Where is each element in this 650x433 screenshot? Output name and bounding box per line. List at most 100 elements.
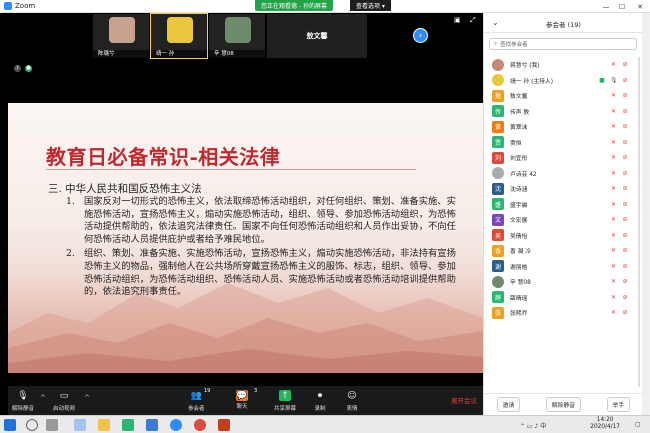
muted-mic-icon: ✕ [610,138,617,146]
participant-name: 传声 教 [510,109,530,116]
participant-row[interactable]: 蒋慧兮 (我) ✕ ⊘ [484,57,643,73]
avatar: 盛 [492,198,504,211]
app-icon[interactable] [146,419,158,431]
gallery-view-icon[interactable]: ▣ [454,16,462,24]
avatar: 薛 [492,291,504,304]
raise-hand-button[interactable]: 举手 [606,397,631,412]
avatar: 吴 [492,229,504,242]
unmute-self-button[interactable]: 解除静音 [545,397,582,412]
participant-row[interactable]: 辛 慧08 ✕ ⊘ [484,274,643,290]
slide-title: 教育日必备常识-相关法律 [46,145,281,169]
start-video-button[interactable]: ▭ 启动视频 [53,390,75,413]
video-options-caret[interactable]: ^ [84,394,90,402]
participant-row[interactable]: 吴吴倩怡 ✕ ⊘ [484,228,643,244]
meeting-info-icons: i ● [14,65,32,72]
windows-start-icon[interactable] [4,419,16,431]
video-thumbnail[interactable]: 敖文馨 [267,14,367,58]
search-icon[interactable] [26,419,38,431]
video-thumbnail[interactable]: 陈璐兮 [93,14,149,58]
participant-video [225,17,251,43]
video-thumbnail-active[interactable]: 靖一 孙 [150,13,208,59]
participant-row[interactable]: 卢诗芸 42 ✕ ⊘ [484,166,643,182]
muted-mic-icon: 🎙 [17,390,29,401]
folder-icon[interactable] [98,419,110,431]
participant-row[interactable]: 谢谢丽皓 ✕ ⊘ [484,259,643,275]
muted-mic-icon: ✕ [610,185,617,192]
slide-section-heading: 三. 中华人民共和国反恐怖主义法 [48,183,202,195]
search-icon: ⌕ [494,40,498,47]
participant-row[interactable]: 文文宏展 ✕ ⊘ [484,212,643,228]
scrollbar[interactable] [638,57,640,387]
share-screen-button[interactable]: ↑ 共享屏幕 [274,390,296,412]
reactions-button[interactable]: ☺ 表情 [346,390,358,413]
clock-date: 2020/4/17 [590,424,620,430]
video-off-icon: ⊘ [622,138,628,146]
powerpoint-icon[interactable] [218,419,230,431]
unmute-button[interactable]: 🎙 解除静音 [12,390,34,413]
participant-status: ✕ ⊘ [610,216,629,223]
participant-name: 贾恒 [510,140,522,147]
title-divider [46,169,416,170]
participant-name: 卢诗芸 42 [510,171,537,178]
file-explorer-icon[interactable] [74,419,86,431]
muted-mic-icon: ✕ [610,61,617,68]
mic-icon: 🎙 [610,76,618,84]
minimize-button[interactable]: — [598,0,614,13]
video-thumbnail[interactable]: 辛 慧08 [209,14,265,58]
fullscreen-icon[interactable]: ⤢ [470,16,478,24]
video-thumbnail-strip: 陈璐兮 靖一 孙 辛 慧08 敖文馨 [93,13,367,59]
participant-row[interactable]: 盛盛宇晨 ✕ ⊘ [484,197,643,213]
avatar-photo [492,74,504,87]
participant-name: 薛晴瑶 [510,295,528,302]
participant-status: ✕ ⊘ [610,123,629,130]
thumbnail-name: 陈璐兮 [93,50,149,58]
chrome-icon[interactable] [194,419,206,431]
list-item-text: 组织、策划、准备实施、实施恐怖活动，宣扬恐怖主义，煽动实施恐怖活动，非法持有宣扬… [84,248,456,298]
participant-status: ✕ ⊘ [610,263,629,270]
window-title: Zoom [15,2,36,10]
participant-row[interactable]: 敖敖文馨 ✕ ⊘ [484,88,643,104]
participant-status: ✕ ⊘ [610,139,629,146]
audio-options-caret[interactable]: ^ [40,394,46,402]
close-button[interactable]: ✕ [632,0,648,13]
participant-row[interactable]: 贾贾恒 ✕ ⊘ [484,135,643,151]
system-tray-icons[interactable]: ⌃ ▭ ♪ 中 [520,421,546,430]
participant-row[interactable]: 沈沈诗涵 ✕ ⊘ [484,181,643,197]
participant-row[interactable]: 刘刘宜彤 ✕ ⊘ [484,150,643,166]
task-view-icon[interactable] [46,419,58,431]
invite-button[interactable]: 邀请 [496,397,521,412]
video-off-icon: ⊘ [622,123,628,130]
participant-row[interactable]: 黄黄翠沫 ✕ ⊘ [484,119,643,135]
reactions-label: 表情 [346,406,358,412]
participant-row[interactable]: 薛薛晴瑶 ✕ ⊘ [484,290,643,306]
lock-icon[interactable]: ● [25,65,32,72]
list-item: 2. 组织、策划、准备实施、实施恐怖活动，宣扬恐怖主义，煽动实施恐怖活动，非法持… [66,248,456,298]
participant-list: 蒋慧兮 (我) ✕ ⊘ 靖一 孙 (主持人) ■ 🎙 ⊘ 敖敖文馨 ✕ ⊘ 传传声 教 ✕ ⊘ 黄黄翠沫 ✕… [484,57,643,321]
info-icon[interactable]: i [14,65,21,72]
video-off-icon: ⊘ [622,154,628,161]
panel-footer: 邀请 解除静音 举手 [484,393,643,415]
participant-row[interactable]: 香香 凝 冷 ✕ ⊘ [484,243,643,259]
avatar: 黄 [492,120,504,133]
record-button[interactable]: ⏺ 录制 [314,390,326,413]
wechat-icon[interactable] [122,419,134,431]
next-page-button[interactable]: › [413,28,428,43]
share-screen-icon: ↑ [279,390,291,401]
maximize-button[interactable]: ☐ [614,0,630,13]
participant-search-input[interactable]: ⌕ 查找参会者 [489,38,637,50]
participant-name: 张熙乔 [510,311,528,318]
chat-button[interactable]: 💬 3 聊天 [236,388,257,410]
participants-button[interactable]: 👥 19 参会者 [188,388,210,412]
thumbnail-name: 敖文馨 [306,32,328,40]
zoom-app-icon[interactable] [170,419,182,431]
smiley-icon: ☺ [347,390,357,401]
participant-row[interactable]: 张张熙乔 ✕ ⊘ [484,305,643,321]
participant-row[interactable]: 传传声 教 ✕ ⊘ [484,104,643,120]
notification-icon[interactable]: ▢ [635,421,641,428]
participants-icon: 👥 [190,390,202,401]
view-options-button[interactable]: 查看选项 ▾ [350,0,391,11]
participant-name: 吴倩怡 [510,233,528,240]
participant-row[interactable]: 靖一 孙 (主持人) ■ 🎙 ⊘ [484,73,643,89]
thumbnail-name: 辛 慧08 [209,50,265,58]
leave-meeting-button[interactable]: 离开会议 [451,395,477,405]
